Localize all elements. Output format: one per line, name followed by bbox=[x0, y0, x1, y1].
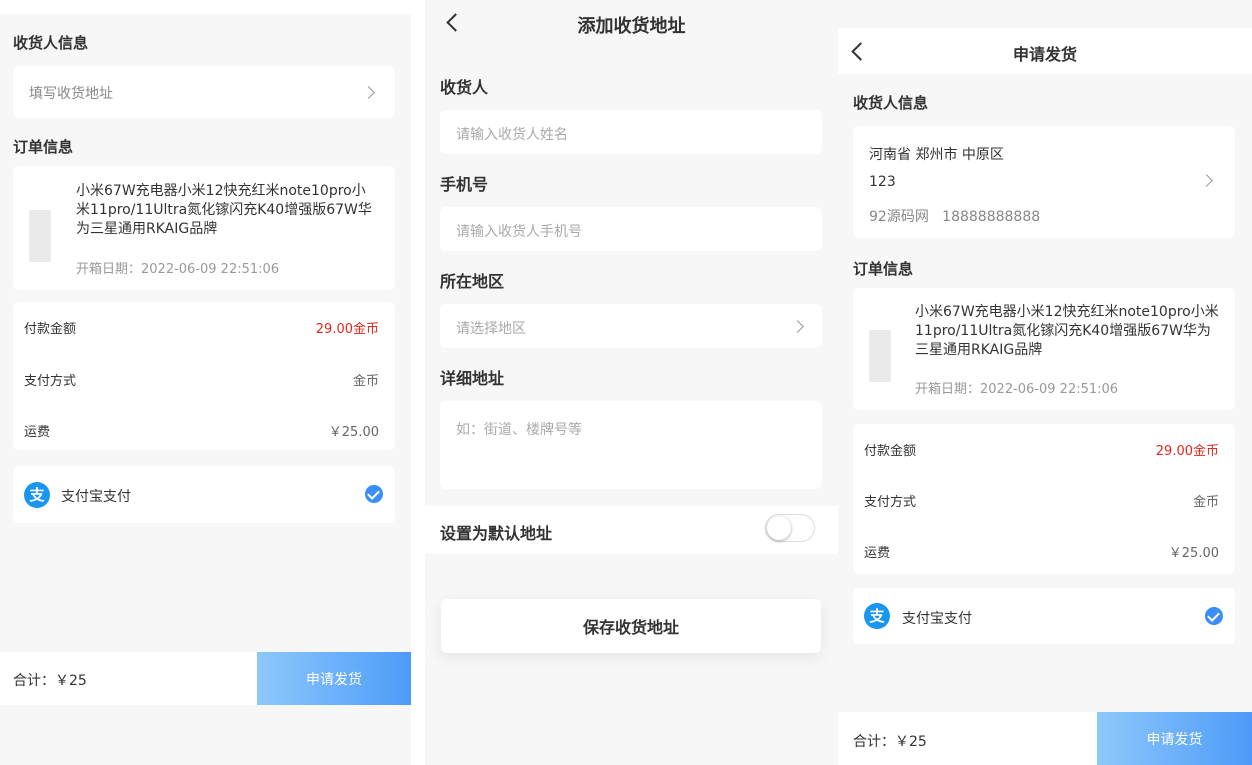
receiver-name-placeholder: 请输入收货人姓名 bbox=[456, 127, 568, 143]
fill-address-row[interactable]: 填写收货地址 bbox=[13, 66, 395, 118]
alipay-icon: 支 bbox=[864, 603, 890, 629]
apply-shipping-screen-filled: 申请发货 收货人信息 河南省 郑州市 中原区 123 92源码网 1888888… bbox=[838, 0, 1252, 765]
payment-summary-card: 付款金额 29.00金币 支付方式 金币 运费 ￥25.00 bbox=[853, 424, 1235, 574]
alipay-option[interactable]: 支 支付宝支付 bbox=[853, 588, 1235, 644]
receiver-name-input[interactable]: 请输入收货人姓名 bbox=[440, 110, 822, 154]
open-date: 开箱日期：2022-06-09 22:51:06 bbox=[915, 382, 1119, 397]
bottom-bar: 合计：￥25 申请发货 bbox=[838, 712, 1252, 765]
phone-label: 手机号 bbox=[440, 175, 489, 194]
pay-method-value: 金币 bbox=[352, 374, 379, 389]
detail-address-placeholder: 如：街道、楼牌号等 bbox=[456, 422, 582, 438]
apply-shipping-button[interactable]: 申请发货 bbox=[1097, 712, 1252, 765]
phone-input[interactable]: 请输入收货人手机号 bbox=[440, 207, 822, 251]
address-detail: 123 bbox=[869, 174, 896, 190]
product-title: 小米67W充电器小米12快充红米note10pro小米11pro/11Ultra… bbox=[915, 304, 1219, 358]
receiver-section-title: 收货人信息 bbox=[13, 34, 89, 52]
pay-method-value: 金币 bbox=[1192, 495, 1219, 510]
chevron-right-icon bbox=[791, 320, 804, 333]
address-card[interactable]: 河南省 郑州市 中原区 123 92源码网 18888888888 bbox=[853, 126, 1235, 238]
default-address-toggle[interactable] bbox=[765, 514, 815, 542]
chevron-right-icon bbox=[362, 86, 375, 99]
open-date: 开箱日期：2022-06-09 22:51:06 bbox=[76, 262, 280, 277]
region-placeholder: 请选择地区 bbox=[456, 321, 526, 337]
pay-amount-label: 付款金额 bbox=[24, 322, 77, 337]
pay-method-label: 支付方式 bbox=[864, 495, 917, 510]
order-section-title: 订单信息 bbox=[13, 138, 74, 156]
order-section-title: 订单信息 bbox=[853, 260, 914, 278]
apply-shipping-button[interactable]: 申请发货 bbox=[257, 652, 411, 705]
bottom-bar: 合计：￥25 申请发货 bbox=[0, 652, 411, 705]
add-address-screen: 添加收货地址 收货人 请输入收货人姓名 手机号 请输入收货人手机号 所在地区 请… bbox=[425, 0, 838, 765]
pay-method-label: 支付方式 bbox=[24, 374, 77, 389]
address-placeholder: 填写收货地址 bbox=[29, 86, 113, 102]
save-address-button[interactable]: 保存收货地址 bbox=[441, 599, 821, 653]
total-amount: 合计：￥25 bbox=[13, 673, 87, 689]
page-title: 申请发货 bbox=[1012, 45, 1077, 64]
product-image bbox=[29, 210, 51, 262]
detail-address-label: 详细地址 bbox=[440, 369, 505, 388]
region-select[interactable]: 请选择地区 bbox=[440, 304, 822, 348]
product-image bbox=[869, 330, 891, 382]
shipping-fee-label: 运费 bbox=[864, 546, 891, 561]
pay-amount-value: 29.00金币 bbox=[315, 322, 379, 337]
alipay-option[interactable]: 支 支付宝支付 bbox=[13, 466, 395, 523]
address-region: 河南省 郑州市 中原区 bbox=[869, 147, 1004, 163]
apply-shipping-screen-empty: 收货人信息 填写收货地址 订单信息 小米67W充电器小米12快充红米note10… bbox=[0, 14, 411, 765]
receiver-section-title: 收货人信息 bbox=[853, 94, 929, 112]
product-title: 小米67W充电器小米12快充红米note10pro小米11pro/11Ultra… bbox=[76, 183, 372, 237]
page-title: 添加收货地址 bbox=[577, 16, 686, 37]
default-address-row: 设置为默认地址 bbox=[425, 506, 838, 554]
shipping-fee-value: ￥25.00 bbox=[328, 425, 379, 440]
pay-amount-value: 29.00金币 bbox=[1155, 444, 1219, 459]
nav-bar: 申请发货 bbox=[838, 28, 1252, 74]
contact-info: 92源码网 18888888888 bbox=[869, 209, 1041, 225]
phone-placeholder: 请输入收货人手机号 bbox=[456, 224, 582, 240]
total-amount: 合计：￥25 bbox=[853, 734, 927, 750]
order-card: 小米67W充电器小米12快充红米note10pro小米11pro/11Ultra… bbox=[13, 166, 395, 290]
default-address-label: 设置为默认地址 bbox=[440, 524, 553, 543]
alipay-label: 支付宝支付 bbox=[902, 611, 972, 627]
alipay-label: 支付宝支付 bbox=[61, 489, 131, 505]
alipay-icon: 支 bbox=[24, 482, 50, 508]
chevron-right-icon bbox=[1200, 174, 1213, 187]
detail-address-input[interactable]: 如：街道、楼牌号等 bbox=[440, 401, 822, 489]
order-card: 小米67W充电器小米12快充红米note10pro小米11pro/11Ultra… bbox=[853, 288, 1235, 410]
region-label: 所在地区 bbox=[440, 272, 505, 291]
shipping-fee-value: ￥25.00 bbox=[1168, 546, 1219, 561]
check-icon bbox=[1205, 607, 1223, 625]
nav-bar: 添加收货地址 bbox=[425, 0, 838, 46]
receiver-label: 收货人 bbox=[440, 78, 489, 97]
shipping-fee-label: 运费 bbox=[24, 425, 51, 440]
payment-summary-card: 付款金额 29.00金币 支付方式 金币 运费 ￥25.00 bbox=[13, 302, 395, 450]
check-icon bbox=[365, 485, 383, 503]
pay-amount-label: 付款金额 bbox=[864, 444, 917, 459]
